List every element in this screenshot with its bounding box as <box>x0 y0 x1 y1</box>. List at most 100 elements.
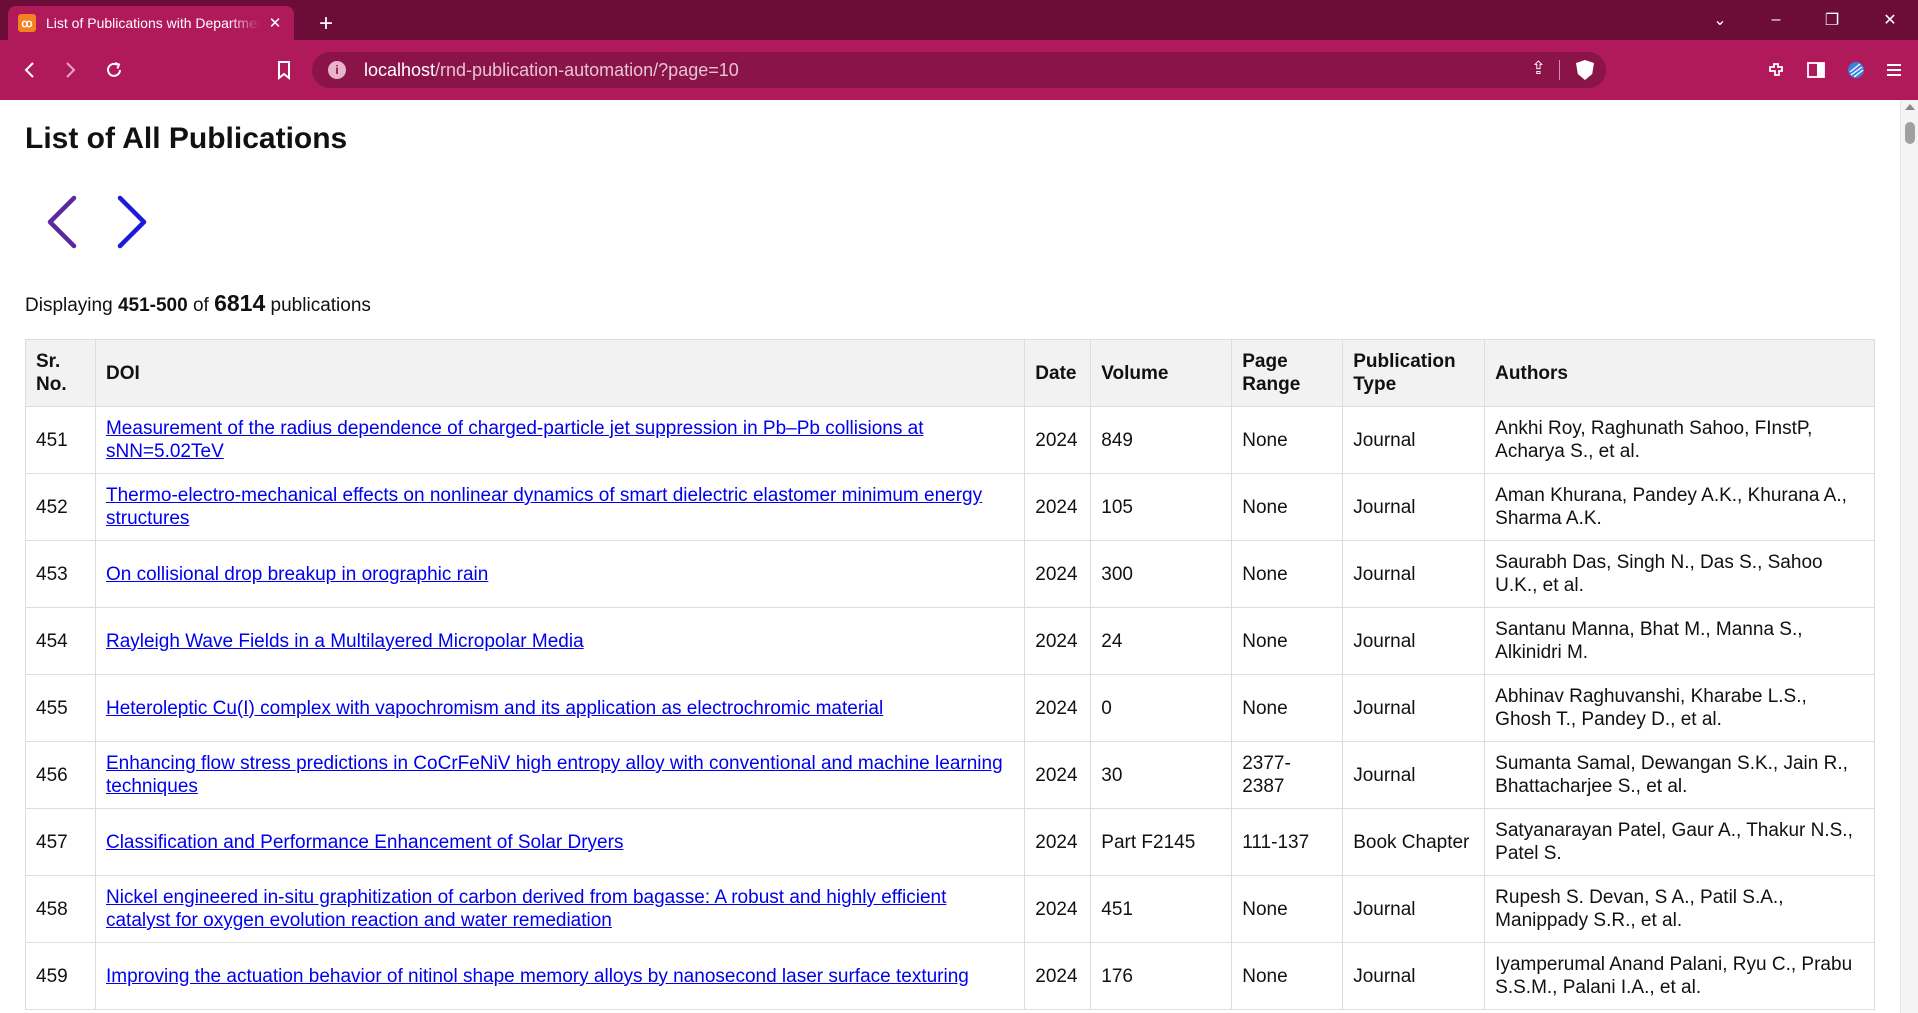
cell-page-range: None <box>1231 942 1344 1010</box>
publication-link[interactable]: Measurement of the radius dependence of … <box>106 418 923 462</box>
cell-page-range: 111-137 <box>1231 808 1344 876</box>
browser-tab[interactable]: ꝏ List of Publications with Department ✕ <box>8 6 294 40</box>
cell-page-range: None <box>1231 406 1344 474</box>
url-text[interactable]: localhost/rnd-publication-automation/?pa… <box>364 60 739 81</box>
cell-volume: 451 <box>1090 875 1233 943</box>
cell-authors: Saurabh Das, Singh N., Das S., Sahoo U.K… <box>1484 540 1875 608</box>
cell-doi: Classification and Performance Enhanceme… <box>94 808 1026 876</box>
cell-sr-no: 451 <box>25 406 96 474</box>
cell-page-range: None <box>1231 875 1344 943</box>
close-tab-icon[interactable]: ✕ <box>266 14 284 32</box>
cell-publication-type: Journal <box>1342 473 1486 541</box>
cell-doi: Nickel engineered in-situ graphitization… <box>94 875 1026 943</box>
publication-link[interactable]: On collisional drop breakup in orographi… <box>106 564 488 585</box>
minimize-button[interactable]: – <box>1756 4 1796 36</box>
cell-date: 2024 <box>1024 942 1092 1010</box>
cell-authors: Aman Khurana, Pandey A.K., Khurana A., S… <box>1484 473 1875 541</box>
cell-volume: 30 <box>1090 741 1233 809</box>
summary-suffix: publications <box>270 295 371 316</box>
cell-volume: 105 <box>1090 473 1233 541</box>
cell-page-range: None <box>1231 540 1344 608</box>
publications-table: Sr. No. DOI Date Volume Page Range Publi… <box>25 339 1875 1010</box>
publication-link[interactable]: Enhancing flow stress predictions in CoC… <box>106 753 1003 797</box>
cell-doi: Rayleigh Wave Fields in a Multilayered M… <box>94 607 1026 675</box>
cell-date: 2024 <box>1024 540 1092 608</box>
menu-icon[interactable] <box>1880 56 1908 84</box>
page-scrollbar[interactable] <box>1900 100 1918 1013</box>
cell-page-range: 2377-2387 <box>1231 741 1344 809</box>
table-row: 459 Improving the actuation behavior of n… <box>25 942 1875 1010</box>
cell-authors: Rupesh S. Devan, S A., Patil S.A., Manip… <box>1484 875 1875 943</box>
cell-date: 2024 <box>1024 674 1092 742</box>
cell-sr-no: 452 <box>25 473 96 541</box>
cell-publication-type: Journal <box>1342 607 1486 675</box>
cell-sr-no: 455 <box>25 674 96 742</box>
table-row: 455 Heteroleptic Cu(I) complex with vapoc… <box>25 674 1875 742</box>
share-icon[interactable]: ⇪ <box>1531 58 1546 79</box>
cell-authors: Sumanta Samal, Dewangan S.K., Jain R., B… <box>1484 741 1875 809</box>
header-publication-type: Publication Type <box>1342 339 1486 407</box>
publication-link[interactable]: Improving the actuation behavior of niti… <box>106 966 969 987</box>
publication-link[interactable]: Rayleigh Wave Fields in a Multilayered M… <box>106 631 584 652</box>
page-title: List of All Publications <box>25 122 348 155</box>
brave-shield-icon[interactable] <box>1576 60 1594 80</box>
forward-button[interactable] <box>56 56 84 84</box>
table-row: 451 Measurement of the radius dependence … <box>25 406 1875 474</box>
cell-sr-no: 459 <box>25 942 96 1010</box>
publication-link[interactable]: Heteroleptic Cu(I) complex with vapochro… <box>106 698 883 719</box>
cell-page-range: None <box>1231 607 1344 675</box>
scroll-up-icon[interactable] <box>1905 104 1915 110</box>
tab-title: List of Publications with Department <box>46 15 260 31</box>
cell-doi: Heteroleptic Cu(I) complex with vapochro… <box>94 674 1026 742</box>
header-sr-no: Sr. No. <box>25 339 96 407</box>
table-row: 453 On collisional drop breakup in orogra… <box>25 540 1875 608</box>
publication-link[interactable]: Classification and Performance Enhanceme… <box>106 832 623 853</box>
cell-date: 2024 <box>1024 875 1092 943</box>
table-row: 458 Nickel engineered in-situ graphitizat… <box>25 875 1875 943</box>
browser-toolbar: i localhost/rnd-publication-automation/?… <box>0 40 1918 100</box>
wallet-icon[interactable] <box>1842 56 1870 84</box>
previous-page-icon[interactable] <box>40 192 86 252</box>
scrollbar-thumb[interactable] <box>1905 122 1915 144</box>
summary-prefix: Displaying <box>25 295 113 316</box>
next-page-icon[interactable] <box>108 192 154 252</box>
url-host: localhost <box>364 59 436 80</box>
cell-authors: Ankhi Roy, Raghunath Sahoo, FInstP, Acha… <box>1484 406 1875 474</box>
extensions-icon[interactable] <box>1762 56 1790 84</box>
publication-link[interactable]: Nickel engineered in-situ graphitization… <box>106 887 946 931</box>
cell-volume: 849 <box>1090 406 1233 474</box>
reload-button[interactable] <box>100 56 128 84</box>
publication-link[interactable]: Thermo-electro-mechanical effects on non… <box>106 485 982 529</box>
bookmark-icon[interactable] <box>270 56 298 84</box>
cell-date: 2024 <box>1024 808 1092 876</box>
address-bar[interactable]: i localhost/rnd-publication-automation/?… <box>312 52 1606 88</box>
sidebar-icon[interactable] <box>1802 56 1830 84</box>
header-date: Date <box>1024 339 1092 407</box>
cell-sr-no: 457 <box>25 808 96 876</box>
close-window-button[interactable]: ✕ <box>1870 4 1910 36</box>
cell-publication-type: Journal <box>1342 540 1486 608</box>
cell-sr-no: 454 <box>25 607 96 675</box>
restore-button[interactable]: ❐ <box>1812 4 1852 36</box>
cell-doi: Thermo-electro-mechanical effects on non… <box>94 473 1026 541</box>
cell-date: 2024 <box>1024 607 1092 675</box>
pagination <box>40 192 154 252</box>
page-content: List of All Publications Displaying 451-… <box>0 100 1900 1013</box>
cell-date: 2024 <box>1024 473 1092 541</box>
cell-publication-type: Journal <box>1342 406 1486 474</box>
cell-page-range: None <box>1231 473 1344 541</box>
cell-authors: Satyanarayan Patel, Gaur A., Thakur N.S.… <box>1484 808 1875 876</box>
cell-volume: Part F2145 <box>1090 808 1233 876</box>
tab-search-icon[interactable]: ⌄ <box>1700 4 1740 36</box>
results-summary: Displaying 451-500 of 6814 publications <box>25 290 371 317</box>
site-info-icon[interactable]: i <box>328 61 346 79</box>
back-button[interactable] <box>16 56 44 84</box>
cell-publication-type: Journal <box>1342 741 1486 809</box>
url-path: /rnd-publication-automation/?page=10 <box>435 59 739 80</box>
cell-volume: 300 <box>1090 540 1233 608</box>
cell-sr-no: 456 <box>25 741 96 809</box>
table-row: 452 Thermo-electro-mechanical effects on … <box>25 473 1875 541</box>
new-tab-button[interactable]: + <box>312 10 340 38</box>
table-row: 457 Classification and Performance Enhanc… <box>25 808 1875 876</box>
cell-publication-type: Journal <box>1342 875 1486 943</box>
